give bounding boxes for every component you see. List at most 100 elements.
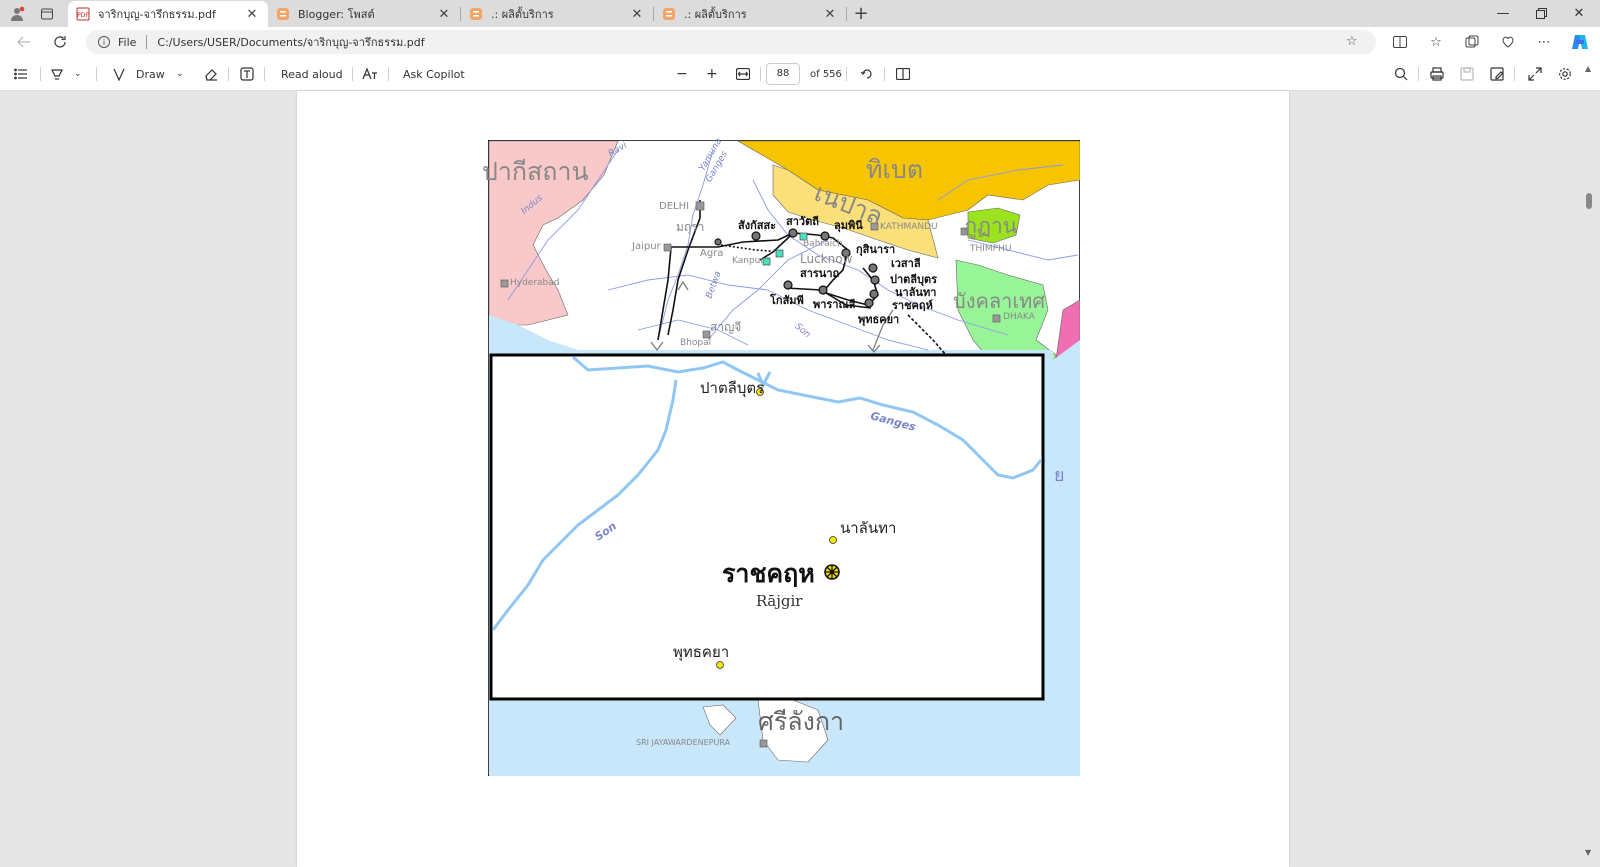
hyderabad-label: Hyderabad	[510, 278, 560, 288]
blogger-icon	[663, 8, 675, 20]
bhopal-label: Bhopal	[680, 338, 712, 348]
page-number-input[interactable]: 88	[766, 63, 800, 85]
tab-title: .: ผลิตั้บริการ	[684, 8, 747, 21]
bahraich-label: Bahraich	[803, 239, 843, 249]
nalanda-dot	[829, 536, 837, 544]
ask-copilot-button[interactable]: Ask Copilot	[403, 65, 465, 83]
draw-pen-icon	[113, 68, 125, 81]
search-icon[interactable]	[1394, 65, 1408, 83]
delhi-label: DELHI	[659, 201, 690, 212]
copilot-icon[interactable]	[1568, 31, 1592, 53]
sri-lanka-label: ศรีลังกา	[758, 707, 844, 736]
toolbar-divider	[352, 67, 353, 81]
dharma-wheel-icon	[824, 564, 840, 580]
refresh-button[interactable]	[48, 31, 72, 53]
url-text: C:/Users/USER/Documents/จาริกบุญ-จารึกธร…	[157, 36, 425, 49]
read-aloud-button[interactable]: Read aloud	[281, 65, 343, 83]
varanasi-label: พาราณสี	[813, 298, 856, 311]
settings-gear-icon[interactable]	[1558, 65, 1572, 83]
inset-frame	[489, 353, 1045, 701]
back-button[interactable]	[12, 31, 36, 53]
bhutan-label: ภูฏาน	[963, 214, 1018, 238]
favorite-star-icon[interactable]: ☆	[1346, 34, 1358, 49]
tab-title: Blogger: โพสต์	[298, 8, 375, 21]
toolbar-divider	[388, 67, 389, 81]
pdf-toolbar: ⌄ Draw ⌄ Read aloud Ask Copilot − + 88 o…	[0, 57, 1600, 91]
translate-icon[interactable]	[362, 65, 378, 83]
toolbar-divider	[264, 67, 265, 81]
address-field[interactable]: i File C:/Users/USER/Documents/จาริกบุญ-…	[86, 30, 1376, 54]
split-screen-icon[interactable]	[1388, 31, 1412, 53]
print-icon[interactable]	[1430, 65, 1444, 83]
inset-edge-label: ย	[1054, 465, 1065, 486]
save-as-icon[interactable]	[1490, 65, 1504, 83]
svg-text:PDF: PDF	[77, 12, 89, 19]
browser-essentials-icon[interactable]	[1496, 31, 1520, 53]
toolbar-divider	[228, 67, 229, 81]
address-bar: i File C:/Users/USER/Documents/จาริกบุญ-…	[0, 27, 1600, 57]
close-window-button[interactable]: ✕	[1560, 0, 1598, 27]
draw-button[interactable]: Draw	[112, 65, 165, 83]
tab-service-1[interactable]: .: ผลิตั้บริการ ✕	[461, 1, 653, 27]
kathmandu-label: KATHMANDU	[880, 222, 938, 232]
blogger-icon	[277, 8, 289, 20]
more-menu-icon[interactable]: ⋯	[1532, 31, 1556, 53]
close-tab-icon[interactable]: ✕	[244, 7, 260, 22]
minimize-button[interactable]: —	[1484, 0, 1522, 27]
inset-bodhgaya-label: พุทธคยา	[673, 643, 730, 661]
toolbar-divider	[96, 67, 97, 81]
scroll-down-arrow-icon[interactable]: ▼	[1585, 848, 1591, 857]
thimphu-label: THIMPHU	[970, 244, 1012, 254]
agra-label: Agra	[700, 248, 724, 259]
scheme-label: File	[118, 35, 137, 49]
close-tab-icon[interactable]: ✕	[436, 7, 452, 22]
add-text-icon[interactable]	[240, 65, 254, 83]
tab-title: .: ผลิตั้บริการ	[491, 8, 554, 21]
inset-rajgir-subtitle: Rājgir	[756, 592, 803, 610]
tibet-label: ทิเบต	[866, 155, 924, 184]
collections-icon[interactable]	[1460, 31, 1484, 53]
save-icon[interactable]	[1460, 65, 1474, 83]
close-tab-icon[interactable]: ✕	[629, 7, 645, 22]
highlight-options-chevron-down-icon[interactable]: ⌄	[74, 65, 82, 83]
profile-icon[interactable]	[4, 1, 30, 27]
toolbar-divider	[760, 67, 761, 81]
new-tab-button[interactable]: +	[847, 1, 875, 27]
tab-service-2[interactable]: .: ผลิตั้บริการ ✕	[654, 1, 846, 27]
inset-nalanda-label: นาลันทา	[840, 519, 897, 537]
fit-to-page-icon[interactable]	[736, 65, 750, 83]
pdf-file-icon: PDF	[76, 7, 90, 21]
draw-options-chevron-down-icon[interactable]: ⌄	[176, 65, 184, 83]
close-tab-icon[interactable]: ✕	[822, 7, 838, 22]
highlight-icon[interactable]	[50, 65, 64, 83]
erase-icon[interactable]	[204, 65, 218, 83]
omnibox-divider	[146, 35, 148, 49]
toolbar-divider	[846, 67, 847, 81]
tab-title: จาริกบุญ-จารึกธรรม.pdf	[98, 8, 216, 21]
buddhist-sites-map: ปากีสถาน ทิเบต เนปาล ภูฏาน บังคลาเทศ ศรี…	[482, 137, 1080, 776]
kusinara-label: กุสินารา	[856, 243, 896, 256]
full-screen-icon[interactable]	[1528, 65, 1542, 83]
scroll-up-arrow-icon[interactable]: ▲	[1585, 64, 1591, 73]
bodhgaya-label: พุทธคยา	[858, 313, 900, 326]
zoom-in-icon[interactable]: +	[706, 65, 718, 83]
site-info-icon[interactable]: i	[98, 36, 110, 48]
tab-blogger[interactable]: Blogger: โพสต์ ✕	[268, 1, 460, 27]
page-total: of 556	[810, 68, 842, 80]
scrollbar-thumb[interactable]	[1586, 193, 1592, 209]
tab-actions-icon[interactable]	[34, 1, 60, 27]
page-view-icon[interactable]	[896, 65, 910, 83]
tab-pdf[interactable]: PDF จาริกบุญ-จารึกธรรม.pdf ✕	[68, 1, 268, 27]
mathura-label: มถุรา	[676, 220, 705, 234]
lumbini-label: ลุมพินี	[834, 219, 863, 232]
zoom-out-icon[interactable]: −	[676, 65, 688, 83]
contents-icon[interactable]	[14, 65, 28, 83]
tab-strip: PDF จาริกบุญ-จารึกธรรม.pdf ✕ Blogger: โพ…	[0, 0, 1600, 27]
jaipur-label: Jaipur	[632, 241, 661, 252]
restore-button[interactable]	[1522, 0, 1560, 27]
inset-rajgir-title: ราชคฤห	[722, 559, 815, 588]
dhaka-label: DHAKA	[1003, 312, 1035, 322]
rotate-icon[interactable]	[860, 65, 874, 83]
savatthi-label: สาวัตถี	[786, 215, 819, 228]
favorites-icon[interactable]: ☆	[1424, 31, 1448, 53]
